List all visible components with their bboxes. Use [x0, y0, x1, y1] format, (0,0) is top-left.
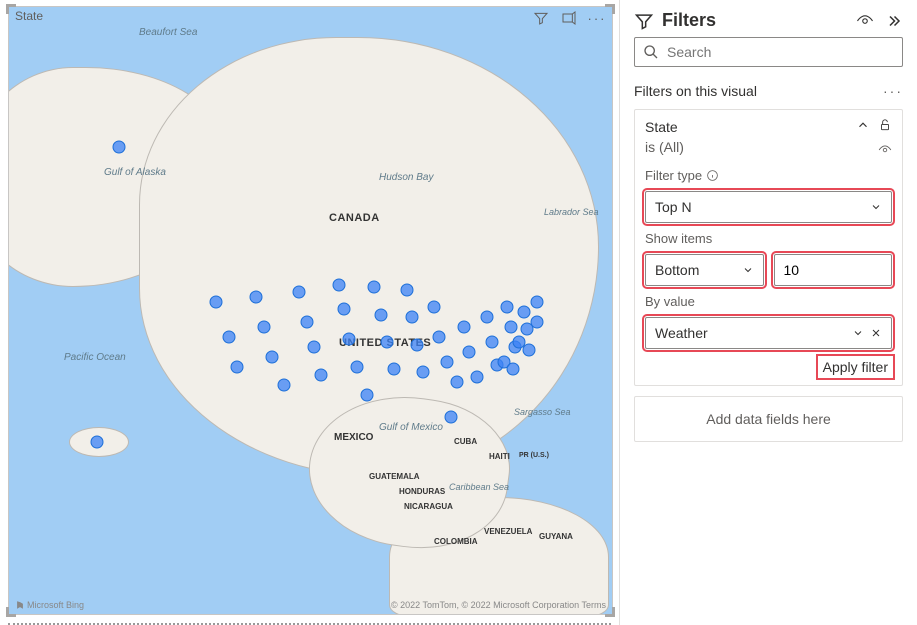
filters-section-header: Filters on this visual [634, 83, 757, 99]
filters-search-input[interactable] [667, 44, 894, 60]
card-visibility-icon[interactable] [878, 143, 892, 160]
visual-focus-icon[interactable] [560, 9, 578, 27]
visual-filter-icon[interactable] [532, 9, 550, 27]
label-nicaragua: NICARAGUA [404, 502, 453, 511]
label-mexico: MEXICO [334, 432, 373, 443]
filters-search[interactable] [634, 37, 903, 67]
map-visual-container[interactable]: Beaufort Sea Gulf of Alaska Hudson Bay L… [8, 6, 613, 615]
label-hudson-bay: Hudson Bay [379, 172, 433, 183]
filter-type-label: Filter type [645, 168, 702, 183]
label-gulf-alaska: Gulf of Alaska [104, 167, 164, 178]
search-icon [643, 44, 659, 60]
visual-more-icon[interactable]: ··· [588, 9, 606, 27]
lock-icon[interactable] [878, 118, 892, 135]
chevron-down-icon [742, 264, 754, 276]
label-guatemala: GUATEMALA [369, 472, 420, 481]
filters-pane-icon [634, 11, 654, 31]
show-items-count-input[interactable] [774, 254, 893, 286]
label-colombia: COLOMBIA [434, 537, 478, 546]
clear-field-icon[interactable] [870, 327, 882, 339]
by-value-value: Weather [655, 325, 708, 341]
filter-card-state: State is (All) [634, 109, 903, 386]
by-value-field-well[interactable]: Weather [645, 317, 892, 349]
filters-pane-title: Filters [662, 10, 847, 31]
chevron-down-icon [870, 201, 882, 213]
collapse-card-icon[interactable] [856, 118, 870, 135]
label-sargasso: Sargasso Sea [514, 407, 571, 417]
map-attribution-left: Microsoft Bing [15, 600, 84, 610]
map-attribution-right: © 2022 TomTom, © 2022 Microsoft Corporat… [391, 600, 606, 610]
label-haiti: HAITI [489, 452, 510, 461]
filter-type-value: Top N [655, 199, 692, 215]
filter-condition: is (All) [645, 138, 684, 158]
show-items-direction-dropdown[interactable]: Bottom [645, 254, 764, 286]
section-more-icon[interactable]: ··· [883, 83, 903, 99]
label-canada: CANADA [329, 212, 380, 224]
filter-type-dropdown[interactable]: Top N [645, 191, 892, 223]
label-guyana: GUYANA [539, 532, 573, 541]
filter-field-name: State [645, 118, 684, 138]
visibility-icon[interactable] [855, 11, 875, 31]
info-icon[interactable] [706, 169, 719, 182]
chevron-down-icon[interactable] [852, 327, 864, 339]
label-labrador-sea: Labrador Sea [544, 207, 599, 217]
label-cuba: CUBA [454, 437, 477, 446]
show-items-direction-value: Bottom [655, 262, 699, 278]
label-honduras: HONDURAS [399, 487, 445, 496]
visual-title: State [15, 9, 43, 23]
label-pr: PR (U.S.) [519, 452, 549, 459]
label-pacific-ocean: Pacific Ocean [64, 352, 124, 363]
map-canvas[interactable]: Beaufort Sea Gulf of Alaska Hudson Bay L… [9, 7, 612, 614]
label-beaufort-sea: Beaufort Sea [139, 27, 197, 38]
label-venezuela: VENEZUELA [484, 527, 532, 536]
apply-filter-button[interactable]: Apply filter [819, 357, 892, 377]
show-items-label: Show items [645, 231, 892, 246]
label-gulf-mexico: Gulf of Mexico [379, 422, 439, 433]
filters-pane: Filters Filters on this visual ··· State… [619, 0, 917, 625]
label-caribbean: Caribbean Sea [449, 482, 509, 492]
add-data-fields-well[interactable]: Add data fields here [634, 396, 903, 442]
collapse-pane-icon[interactable] [883, 11, 903, 31]
by-value-label: By value [645, 294, 892, 309]
